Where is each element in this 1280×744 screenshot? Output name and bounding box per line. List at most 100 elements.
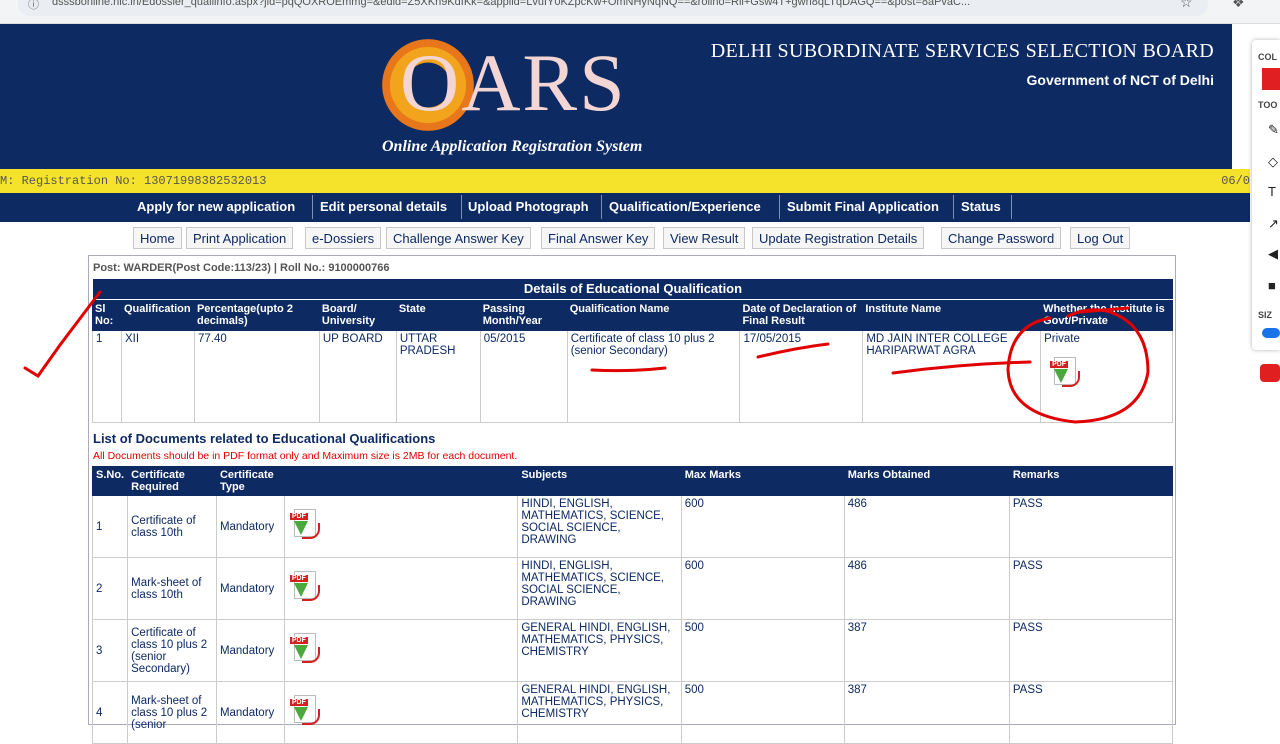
org-subtitle: Government of NCT of Delhi: [1026, 72, 1214, 88]
text-icon[interactable]: T: [1268, 184, 1276, 199]
cell-marks-obtained: 387: [843, 681, 1010, 744]
size-slider[interactable]: [1262, 328, 1280, 338]
record-icon[interactable]: [1260, 364, 1280, 382]
documents-table: S.No. Certificate Required Certificate T…: [91, 466, 1174, 744]
extensions-icon[interactable]: ❖: [1232, 0, 1245, 11]
url-text[interactable]: dsssbonline.nic.in/Edossier_qualiinfo.as…: [52, 0, 1172, 8]
cell-remarks: PASS: [1008, 681, 1174, 744]
cell-subjects: GENERAL HINDI, ENGLISH, MATHEMATICS, PHY…: [517, 681, 682, 744]
cell-state: UTTAR PRADESH: [395, 330, 481, 423]
registration-number: M: Registration No: 13071998382532013: [0, 174, 267, 188]
nav-separator: [312, 195, 313, 219]
nav-separator: [1011, 195, 1012, 219]
download-arrow-icon: [293, 583, 308, 597]
nav-status[interactable]: Status: [961, 199, 1001, 214]
bookmark-star-icon[interactable]: ☆: [1180, 0, 1193, 11]
cell-marks-obtained: 387: [843, 619, 1010, 682]
col-header: Sl No:: [92, 300, 122, 331]
cell-max-marks: 500: [680, 619, 845, 682]
col-header: Board/ University: [318, 300, 397, 331]
table-row: 2 Mark-sheet of class 10th Mandatory PDF…: [91, 557, 1174, 620]
govt-private-value: Private: [1044, 333, 1080, 345]
view-result-button[interactable]: View Result: [663, 227, 746, 249]
nav-qualification[interactable]: Qualification/Experience: [609, 199, 761, 214]
col-header: Subjects: [517, 466, 682, 496]
table-header-row: Sl No: Qualification Percentage(upto 2 d…: [92, 300, 1173, 331]
cell-declaration-date: 17/05/2015: [739, 330, 864, 423]
table-row: 3 Certificate of class 10 plus 2 (senior…: [91, 619, 1174, 682]
cell-pdf[interactable]: PDF: [283, 681, 519, 744]
cell-qualification: XII: [120, 330, 195, 423]
col-header: Remarks: [1008, 466, 1174, 496]
eraser-icon[interactable]: ◇: [1268, 154, 1278, 170]
cell-qualification-name: Certificate of class 10 plus 2 (senior S…: [566, 330, 741, 423]
pen-icon[interactable]: ✎: [1268, 122, 1279, 138]
pdf-icon[interactable]: PDF: [288, 693, 322, 729]
download-arrow-icon: [293, 645, 308, 659]
col-header: State: [395, 300, 481, 331]
cell-passing: 05/2015: [479, 330, 568, 423]
cell-pdf[interactable]: PDF: [283, 557, 519, 620]
cell-sl: 1: [92, 330, 122, 423]
edu-section-title: Details of Educational Qualification: [93, 279, 1173, 299]
nav-separator: [953, 195, 954, 219]
nav-apply-new[interactable]: Apply for new application: [137, 199, 295, 214]
color-swatch-red[interactable]: [1262, 68, 1280, 90]
oars-logo-text: OARS: [400, 37, 627, 128]
line-icon[interactable]: ↗: [1268, 216, 1279, 232]
home-button[interactable]: Home: [133, 227, 182, 249]
log-out-button[interactable]: Log Out: [1070, 227, 1131, 249]
nav-upload-photo[interactable]: Upload Photograph: [468, 199, 589, 214]
cell-sno: 3: [91, 619, 129, 682]
cell-type: Mandatory: [215, 619, 285, 682]
nav-separator: [461, 195, 462, 219]
challenge-answer-key-button[interactable]: Challenge Answer Key: [386, 227, 531, 249]
toolbar-size-label: SIZ: [1258, 310, 1273, 320]
documents-title: List of Documents related to Educational…: [93, 431, 436, 446]
print-application-button[interactable]: Print Application: [186, 227, 294, 249]
pdf-icon[interactable]: PDF: [288, 631, 322, 667]
registration-date: 06/0: [1221, 174, 1250, 188]
download-arrow-icon: [1054, 369, 1069, 383]
change-password-button[interactable]: Change Password: [941, 227, 1062, 249]
nav-edit-personal[interactable]: Edit personal details: [320, 199, 447, 214]
nav-separator: [779, 195, 780, 219]
pdf-icon[interactable]: PDF: [288, 507, 322, 543]
browser-url-bar[interactable]: ⓘ dsssbonline.nic.in/Edossier_qualiinfo.…: [0, 0, 1280, 24]
cell-remarks: PASS: [1008, 495, 1174, 558]
cell-max-marks: 600: [680, 557, 845, 620]
nav-submit-final[interactable]: Submit Final Application: [787, 199, 939, 214]
cell-remarks: PASS: [1008, 557, 1174, 620]
cell-sno: 4: [91, 681, 129, 744]
nav-separator: [601, 195, 602, 219]
col-header: Certificate Type: [215, 466, 285, 496]
cell-percentage: 77.40: [193, 330, 320, 423]
cell-certificate: Certificate of class 10th: [127, 495, 217, 558]
e-dossiers-button[interactable]: e-Dossiers: [305, 227, 382, 249]
site-header: OARS Online Application Registration Sys…: [0, 24, 1232, 169]
cell-pdf[interactable]: PDF: [283, 619, 519, 682]
update-registration-button[interactable]: Update Registration Details: [752, 227, 925, 249]
pdf-download-icon[interactable]: PDF: [1048, 355, 1169, 394]
site-info-icon[interactable]: ⓘ: [28, 0, 39, 12]
trash-icon[interactable]: ■: [1268, 278, 1276, 293]
pdf-icon[interactable]: PDF: [1048, 355, 1082, 391]
col-header: Qualification Name: [566, 300, 741, 331]
download-arrow-icon: [293, 707, 308, 721]
table-row: 1 Certificate of class 10th Mandatory PD…: [91, 495, 1174, 558]
arrow-icon[interactable]: ◀: [1268, 246, 1278, 262]
cell-pdf[interactable]: PDF: [283, 495, 519, 558]
final-answer-key-button[interactable]: Final Answer Key: [541, 227, 656, 249]
post-roll-info: Post: WARDER(Post Code:113/23) | Roll No…: [93, 262, 390, 274]
table-row: 1 XII 77.40 UP BOARD UTTAR PRADESH 05/20…: [92, 330, 1173, 423]
pdf-icon[interactable]: PDF: [288, 569, 322, 605]
cell-sno: 2: [91, 557, 129, 620]
cell-subjects: GENERAL HINDI, ENGLISH, MATHEMATICS, PHY…: [517, 619, 682, 682]
pdf-label: PDF: [289, 513, 308, 520]
cell-govt-private: Private PDF: [1040, 330, 1173, 423]
primary-nav: Apply for new application Edit personal …: [0, 193, 1250, 222]
cell-board: UP BOARD: [318, 330, 397, 423]
cell-certificate: Mark-sheet of class 10 plus 2 (senior: [127, 681, 217, 744]
cell-certificate: Certificate of class 10 plus 2 (senior S…: [127, 619, 217, 682]
table-row: 4 Mark-sheet of class 10 plus 2 (senior …: [91, 681, 1174, 744]
